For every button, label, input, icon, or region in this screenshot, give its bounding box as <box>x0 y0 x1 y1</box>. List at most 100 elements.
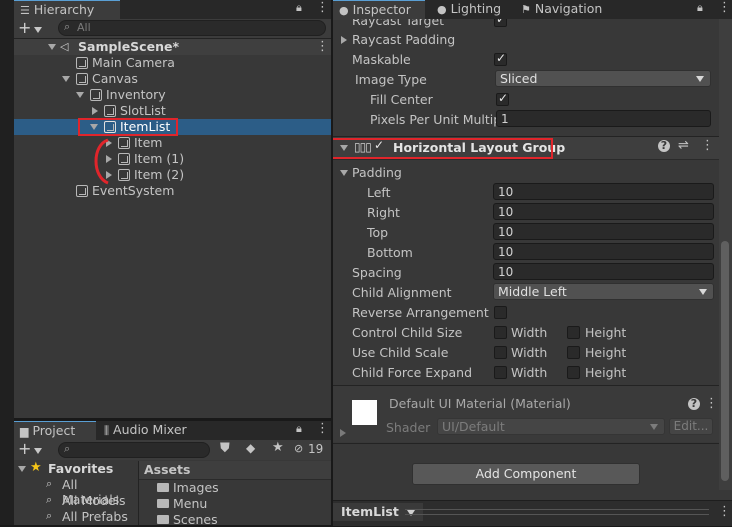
tab-project[interactable]: ▆ Project <box>14 420 96 441</box>
tab-navigation[interactable]: ⚑ Navigation <box>515 0 608 18</box>
padding-right-input[interactable]: 10 <box>493 203 714 220</box>
expand-arrow-icon[interactable] <box>340 170 348 176</box>
more-menu-icon[interactable]: ⋮ <box>316 421 329 436</box>
material-preview-swatch[interactable] <box>352 400 377 425</box>
tree-item-slotlist[interactable]: SlotList <box>14 103 331 119</box>
raycast-target-checkbox[interactable] <box>494 19 507 27</box>
tree-item-canvas[interactable]: Canvas <box>14 71 331 87</box>
hidden-packages-icon[interactable]: ⊘ <box>294 442 303 455</box>
use-scale-width-checkbox[interactable] <box>494 346 507 359</box>
control-size-height-checkbox[interactable] <box>567 326 580 339</box>
width-label: Width <box>511 365 548 380</box>
shader-edit-button[interactable]: Edit... <box>669 418 713 435</box>
search-by-type-icon[interactable]: ⛊ <box>220 441 230 456</box>
gameobject-icon <box>90 89 102 101</box>
ppu-value: 1 <box>501 112 509 126</box>
collapse-arrow-icon[interactable] <box>341 36 347 44</box>
spacing-label: Spacing <box>352 265 402 280</box>
control-size-width-checkbox[interactable] <box>494 326 507 339</box>
favorites-pane: ★ Favorites ⌕ All Materials ⌕ All Models… <box>14 460 138 525</box>
panel-divider-horizontal[interactable] <box>14 418 331 421</box>
add-button[interactable]: + <box>18 439 31 458</box>
padding-label[interactable]: Padding <box>352 165 402 180</box>
shader-dropdown[interactable]: UI/Default <box>437 418 665 435</box>
resize-grip[interactable] <box>405 509 709 515</box>
more-menu-icon[interactable]: ⋮ <box>718 0 731 15</box>
assets-label[interactable]: Assets <box>144 462 190 477</box>
collapse-arrow-icon[interactable] <box>92 107 98 115</box>
folder-menu[interactable]: Menu <box>173 496 207 511</box>
tree-item-main-camera[interactable]: Main Camera <box>14 55 331 71</box>
assets-pane: Assets Images Menu Scenes <box>139 461 331 527</box>
scene-menu-icon[interactable]: ⋮ <box>316 39 329 55</box>
ppu-input[interactable]: 1 <box>496 110 711 127</box>
scrollbar-thumb[interactable] <box>721 241 729 481</box>
tree-item-item[interactable]: Item <box>14 135 331 151</box>
panel-divider[interactable] <box>331 0 333 525</box>
reverse-arrangement-label: Reverse Arrangement <box>352 305 489 320</box>
force-expand-width-checkbox[interactable] <box>494 366 507 379</box>
hierarchy-search-input[interactable]: ⌕ All <box>58 20 326 36</box>
favorite-all-models[interactable]: All Models <box>62 493 126 508</box>
folder-images[interactable]: Images <box>173 480 219 495</box>
reverse-arrangement-checkbox[interactable] <box>494 306 507 319</box>
unity-scene-icon: ◁ <box>60 40 69 53</box>
presets-icon[interactable]: ⇌ <box>678 138 689 153</box>
tree-item-item-1[interactable]: Item (1) <box>14 151 331 167</box>
favorite-all-prefabs[interactable]: All Prefabs <box>62 509 128 524</box>
tab-hierarchy[interactable]: ☰ Hierarchy <box>14 0 120 20</box>
spacing-input[interactable]: 10 <box>493 263 714 280</box>
padding-top-input[interactable]: 10 <box>493 223 714 240</box>
lock-icon[interactable]: 🔒︎ <box>697 1 703 15</box>
itemlist-highlight-box <box>78 118 178 136</box>
list-icon: ☰ <box>20 4 30 17</box>
fill-center-checkbox[interactable] <box>496 91 509 106</box>
chevron-down-icon <box>696 76 704 82</box>
inspector-content: Raycast Target Raycast Padding Maskable … <box>333 19 719 490</box>
material-menu-icon[interactable]: ⋮ <box>705 396 718 411</box>
footer-menu-icon[interactable]: ⋮ <box>718 504 731 519</box>
padding-bottom-value: 10 <box>498 245 514 259</box>
add-button[interactable]: + <box>18 18 31 37</box>
component-menu-icon[interactable]: ⋮ <box>701 138 714 153</box>
expand-arrow-icon[interactable] <box>76 92 84 98</box>
padding-bottom-input[interactable]: 10 <box>493 243 714 260</box>
lock-icon[interactable]: 🔒︎ <box>296 1 302 15</box>
tree-item-item-2[interactable]: Item (2) <box>14 167 331 183</box>
maskable-checkbox[interactable] <box>494 51 507 66</box>
inspector-scrollbar[interactable] <box>719 19 732 490</box>
expand-arrow-icon[interactable] <box>48 44 56 50</box>
padding-left-input[interactable]: 10 <box>493 183 714 200</box>
help-icon[interactable]: ? <box>688 398 700 410</box>
more-menu-icon[interactable]: ⋮ <box>316 0 329 15</box>
add-dropdown-icon[interactable] <box>34 448 42 454</box>
child-alignment-dropdown[interactable]: Middle Left <box>493 283 714 300</box>
shader-label: Shader <box>386 420 431 435</box>
add-dropdown-icon[interactable] <box>34 27 42 33</box>
lock-icon[interactable]: 🔒︎ <box>296 422 302 436</box>
scene-row[interactable]: ◁ SampleScene* ⋮ <box>14 39 331 55</box>
help-icon[interactable]: ? <box>658 140 670 152</box>
use-scale-height-checkbox[interactable] <box>567 346 580 359</box>
favorite-star-icon[interactable]: ★ <box>272 440 284 455</box>
expand-arrow-icon[interactable] <box>62 76 70 82</box>
tree-item-eventsystem[interactable]: EventSystem <box>14 183 331 199</box>
tab-lighting[interactable]: ● Lighting <box>431 0 507 18</box>
material-name: Default UI Material (Material) <box>389 396 571 411</box>
image-type-dropdown[interactable]: Sliced <box>495 70 711 87</box>
add-component-button[interactable]: Add Component <box>412 463 640 485</box>
expand-arrow-icon[interactable] <box>18 466 26 472</box>
force-expand-height-checkbox[interactable] <box>567 366 580 379</box>
height-label: Height <box>585 345 627 360</box>
raycast-padding-label[interactable]: Raycast Padding <box>352 32 455 47</box>
project-search-input[interactable]: ⌕ <box>58 442 210 458</box>
collapse-arrow-icon[interactable] <box>340 429 346 437</box>
tab-inspector[interactable]: ● Inspector <box>333 0 425 20</box>
favorites-label[interactable]: Favorites <box>48 461 113 476</box>
padding-top-value: 10 <box>498 225 514 239</box>
label-icon[interactable]: ◆ <box>246 441 255 455</box>
assets-header: Assets <box>139 461 331 480</box>
folder-icon <box>157 515 169 524</box>
tree-item-inventory[interactable]: Inventory <box>14 87 331 103</box>
tab-audio-mixer[interactable]: ⫼ Audio Mixer <box>98 421 193 439</box>
